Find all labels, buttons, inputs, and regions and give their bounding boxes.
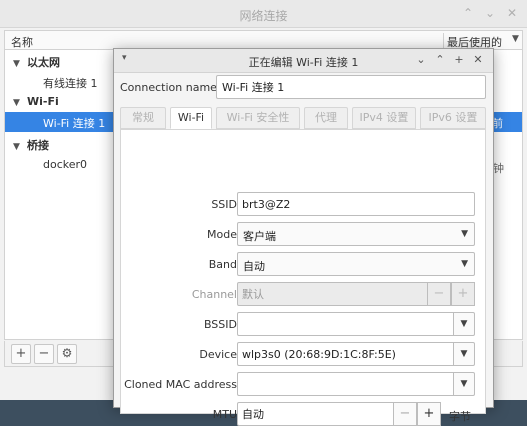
maximize-icon[interactable]: ⌄	[482, 5, 498, 21]
column-header-name[interactable]: 名称	[11, 34, 33, 50]
close-icon[interactable]: ✕	[471, 53, 485, 67]
cloned-mac-label: Cloned MAC address	[124, 378, 237, 391]
mtu-spinbox: − +	[237, 402, 441, 426]
channel-increment-button: +	[451, 282, 475, 306]
tab-general[interactable]: 常规	[120, 107, 166, 129]
chevron-down-icon: ▼	[461, 259, 468, 269]
group-bridge[interactable]: ▼ 桥接	[13, 137, 49, 153]
bg-titlebar: 网络连接 ⌃ ⌄ ✕	[0, 0, 527, 28]
last-used-fragment: 钟	[493, 162, 504, 175]
chevron-down-icon: ▼	[461, 229, 468, 239]
mode-select[interactable]: 客户端 ▼	[237, 222, 475, 246]
tab-bar: 常规 Wi-Fi Wi-Fi 安全性 代理 IPv4 设置 IPv6 设置	[120, 107, 486, 129]
chevron-down-icon[interactable]: ▼	[453, 312, 475, 336]
mtu-unit-label: 字节	[449, 410, 471, 423]
channel-decrement-button: −	[427, 282, 451, 306]
band-select[interactable]: 自动 ▼	[237, 252, 475, 276]
wifi-settings-panel: SSID Mode 客户端 ▼ Band 自动 ▼ Channel − + BS…	[120, 129, 486, 426]
cloned-mac-input[interactable]	[237, 372, 454, 396]
sort-chevron-down-icon: ▼	[512, 34, 519, 44]
group-ethernet[interactable]: ▼ 以太网	[13, 54, 60, 70]
edit-connection-dialog: ▾ 正在编辑 Wi-Fi 连接 1 ⌄ ⌃ + ✕ Connection nam…	[113, 48, 494, 426]
list-header: 名称 最后使用的 ▼	[4, 30, 523, 50]
ssid-label: SSID	[211, 198, 237, 211]
channel-input	[237, 282, 428, 306]
band-label: Band	[208, 258, 237, 271]
column-divider	[443, 33, 444, 48]
tab-wifi[interactable]: Wi-Fi	[170, 107, 212, 129]
tab-ipv4[interactable]: IPv4 设置	[352, 107, 416, 129]
device-combo: ▼	[237, 342, 475, 366]
dialog-titlebar: ▾ 正在编辑 Wi-Fi 连接 1 ⌄ ⌃ + ✕	[114, 49, 493, 73]
add-connection-button[interactable]: +	[11, 344, 31, 364]
connection-name-label: Connection name	[120, 81, 217, 94]
device-label: Device	[199, 348, 237, 361]
tab-wifi-security[interactable]: Wi-Fi 安全性	[216, 107, 300, 129]
list-item-wired-1[interactable]: 有线连接 1	[43, 75, 98, 91]
tab-ipv6[interactable]: IPv6 设置	[420, 107, 486, 129]
group-wifi[interactable]: ▼ Wi-Fi	[13, 95, 59, 108]
expand-triangle-icon[interactable]: ▼	[13, 59, 27, 69]
plus-icon[interactable]: +	[452, 53, 466, 67]
channel-label: Channel	[191, 288, 237, 301]
device-input[interactable]	[237, 342, 454, 366]
chevron-down-icon[interactable]: ▼	[453, 372, 475, 396]
expand-triangle-icon[interactable]: ▼	[13, 142, 27, 152]
mtu-label: MTU	[212, 408, 237, 421]
mode-label: Mode	[207, 228, 237, 241]
bg-window-title: 网络连接	[239, 9, 288, 23]
connection-name-input[interactable]	[216, 75, 486, 99]
close-icon[interactable]: ✕	[504, 5, 520, 21]
bssid-input[interactable]	[237, 312, 454, 336]
bssid-combo: ▼	[237, 312, 475, 336]
cloned-mac-combo: ▼	[237, 372, 475, 396]
ssid-input[interactable]	[237, 192, 475, 216]
chevron-down-icon[interactable]: ⌄	[414, 53, 428, 67]
channel-spinbox: − +	[237, 282, 475, 306]
chevron-up-icon[interactable]: ⌃	[433, 53, 447, 67]
minimize-icon[interactable]: ⌃	[460, 5, 476, 21]
mtu-input[interactable]	[237, 402, 394, 426]
tab-proxy[interactable]: 代理	[304, 107, 348, 129]
bssid-label: BSSID	[203, 318, 237, 331]
expand-triangle-icon[interactable]: ▼	[13, 98, 27, 108]
mtu-decrement-button[interactable]: −	[393, 402, 417, 426]
gear-icon[interactable]: ⚙	[57, 344, 77, 364]
chevron-down-icon[interactable]: ▼	[453, 342, 475, 366]
mtu-increment-button[interactable]: +	[417, 402, 441, 426]
list-item-docker0[interactable]: docker0	[43, 158, 87, 171]
remove-connection-button[interactable]: −	[34, 344, 54, 364]
